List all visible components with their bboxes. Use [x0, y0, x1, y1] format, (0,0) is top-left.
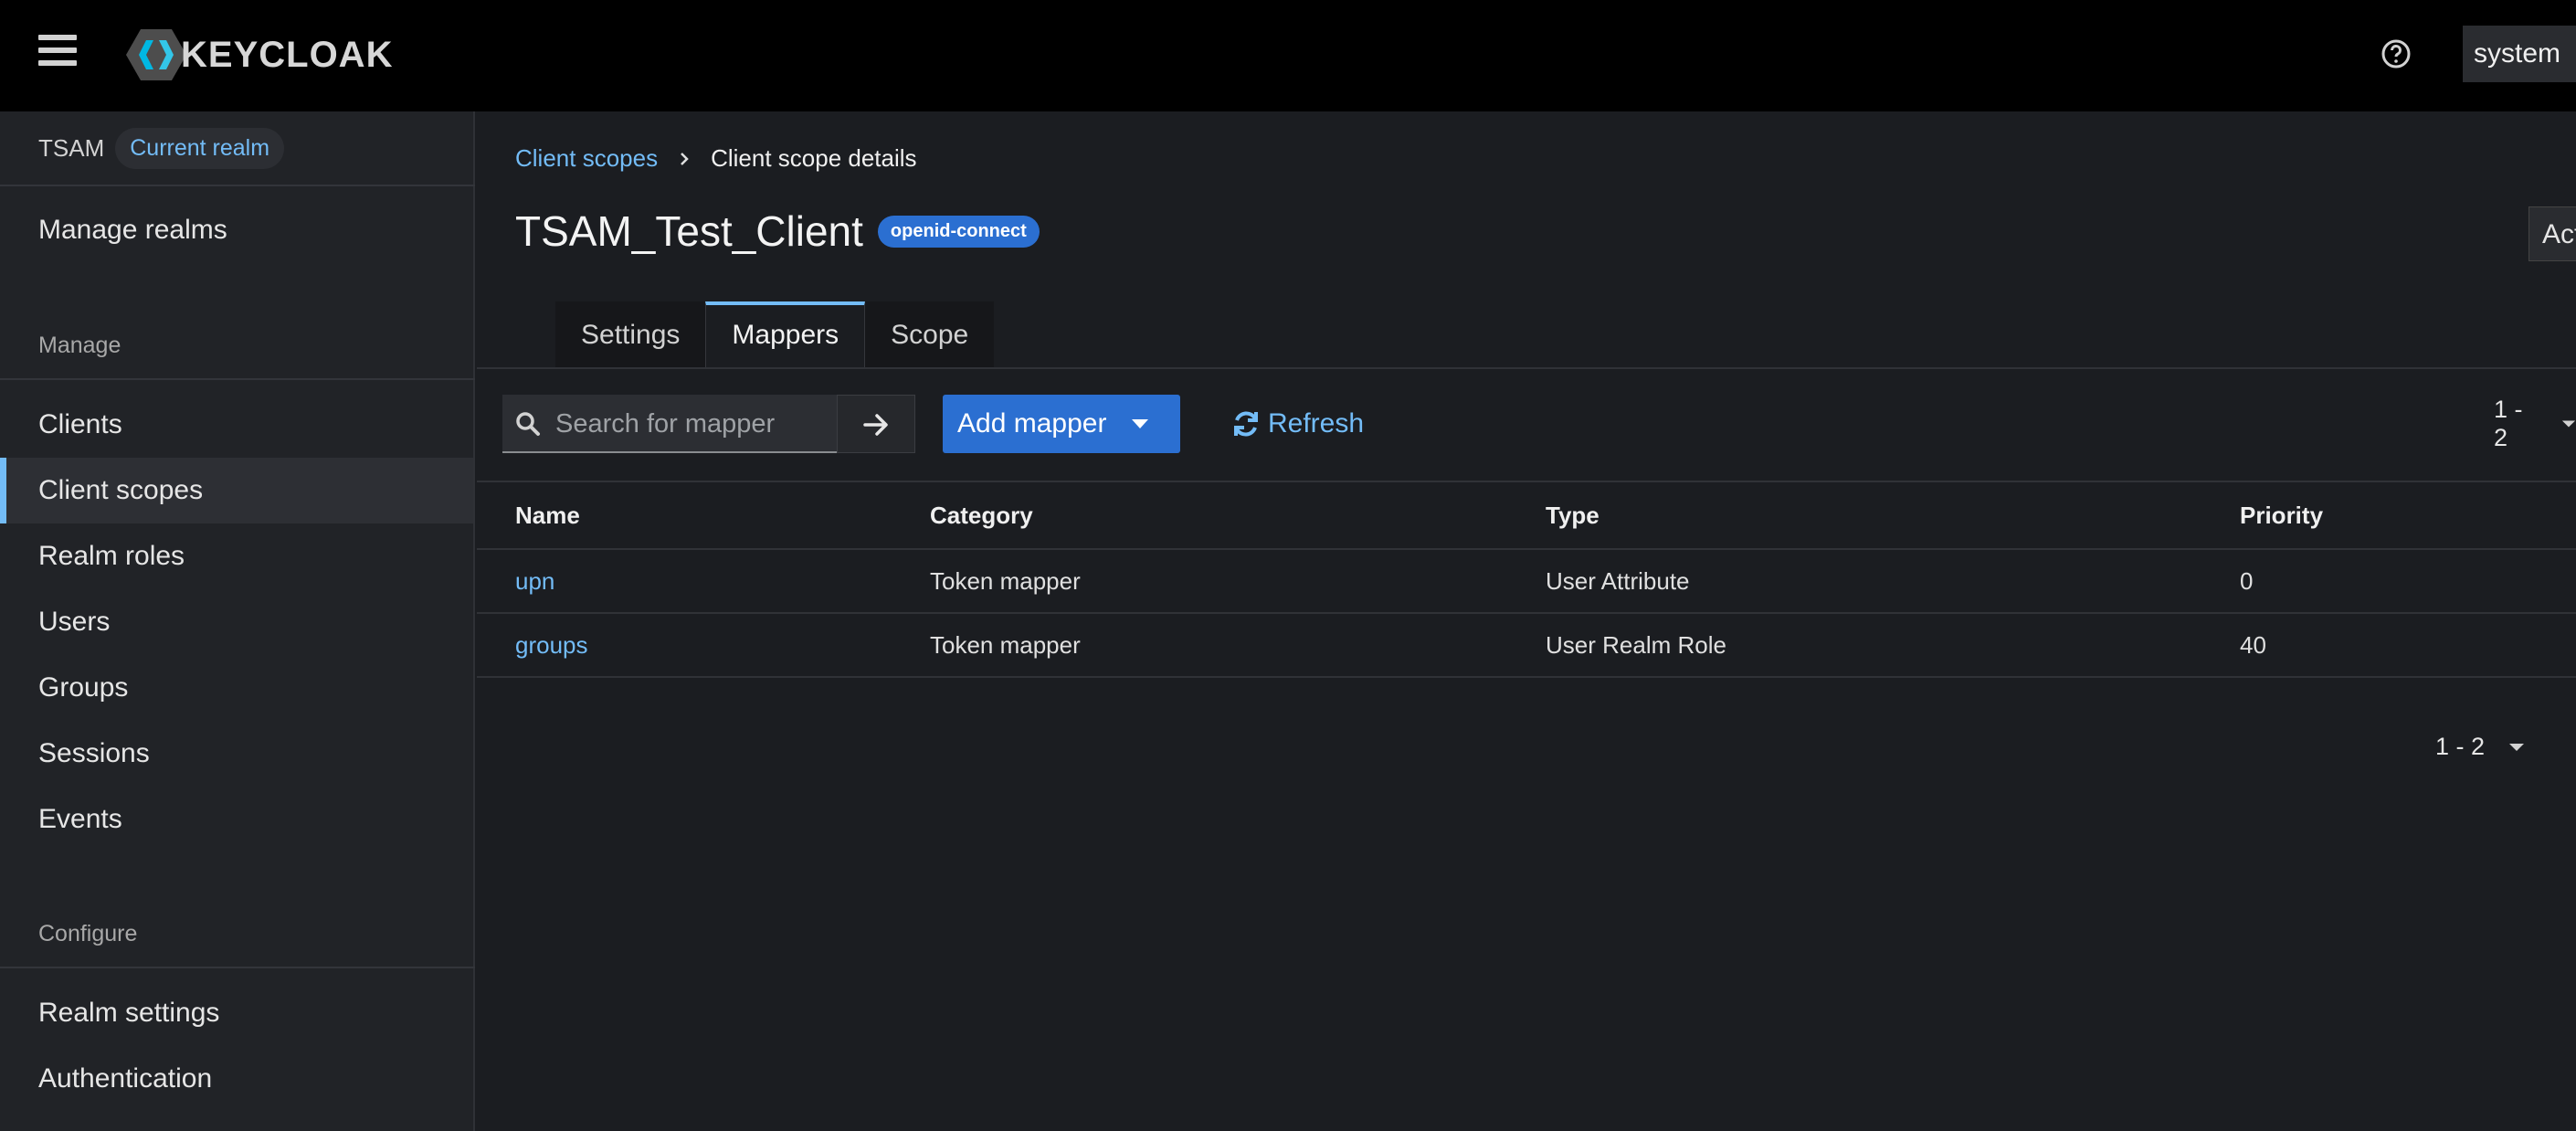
main-content: Client scopes Client scope details TSAM_…: [477, 111, 2576, 1131]
mapper-type: User Attribute: [1546, 567, 1690, 595]
keycloak-logo-mark-icon: [126, 29, 186, 80]
tab-settings[interactable]: Settings: [555, 301, 706, 367]
mapper-name-link[interactable]: groups: [515, 614, 588, 676]
chevron-right-icon: [681, 152, 689, 165]
column-header-priority[interactable]: Priority: [2240, 482, 2323, 544]
refresh-icon: [1234, 411, 1258, 437]
mapper-priority: 40: [2240, 631, 2266, 659]
realm-selector[interactable]: TSAM Current realm: [38, 126, 285, 170]
sidebar-item-groups[interactable]: Groups: [0, 655, 473, 721]
sidebar-item-manage-realms[interactable]: Manage realms: [0, 197, 473, 263]
add-mapper-button[interactable]: Add mapper: [943, 395, 1180, 453]
sidebar-item-client-scopes[interactable]: Client scopes: [0, 458, 473, 523]
caret-down-icon: [2509, 743, 2525, 751]
protocol-badge: openid-connect: [877, 215, 1040, 248]
pagination-range: 1 - 2: [2435, 733, 2486, 760]
brand-name: KEYCLOAK: [181, 34, 394, 75]
mapper-category: Token mapper: [930, 567, 1081, 595]
sidebar-item-users[interactable]: Users: [0, 589, 473, 655]
breadcrumb-current: Client scope details: [711, 144, 917, 172]
title-row: TSAM_Test_Client openid-connect: [515, 206, 1040, 256]
sidebar: TSAM Current realm Manage realms Manage …: [0, 111, 475, 1131]
search-input[interactable]: [554, 395, 831, 453]
table-header-row: Name Category Type Priority: [477, 482, 2576, 550]
sidebar-item-authentication[interactable]: Authentication: [0, 1046, 473, 1112]
section-manage: Manage: [38, 333, 121, 358]
sidebar-item-sessions[interactable]: Sessions: [0, 721, 473, 787]
toolbar: Add mapper Refresh 1 - 2: [502, 395, 2576, 453]
refresh-label: Refresh: [1268, 408, 1365, 439]
sidebar-item-events[interactable]: Events: [0, 787, 473, 852]
sidebar-item-clients[interactable]: Clients: [0, 392, 473, 458]
current-realm-badge: Current realm: [115, 127, 285, 169]
mapper-category: Token mapper: [930, 631, 1081, 659]
section-configure: Configure: [38, 921, 138, 946]
divider: [0, 378, 475, 380]
hamburger-menu-icon[interactable]: [38, 35, 77, 69]
refresh-button[interactable]: Refresh: [1231, 395, 1364, 453]
pagination-range: 1 - 2: [2494, 396, 2523, 451]
keycloak-logo[interactable]: KEYCLOAK: [126, 27, 393, 82]
search-submit-button[interactable]: [837, 395, 915, 453]
mapper-name-link[interactable]: upn: [515, 550, 554, 612]
column-header-category[interactable]: Category: [930, 482, 1033, 544]
tab-bar: Settings Mappers Scope: [555, 301, 995, 367]
masthead: KEYCLOAK system: [0, 0, 2576, 111]
caret-down-icon: [2561, 420, 2576, 428]
user-menu-toggle[interactable]: system: [2463, 26, 2576, 82]
divider: [0, 967, 475, 968]
column-header-name[interactable]: Name: [515, 482, 580, 544]
realm-name: TSAM: [38, 133, 105, 162]
page-title: TSAM_Test_Client: [515, 207, 863, 255]
mapper-priority: 0: [2240, 567, 2254, 595]
add-mapper-label: Add mapper: [957, 408, 1107, 439]
help-icon[interactable]: [2381, 38, 2412, 69]
divider: [477, 367, 2576, 369]
column-header-type[interactable]: Type: [1546, 482, 1599, 544]
divider: [0, 185, 475, 186]
pagination-toggle-bottom[interactable]: 1 - 2: [2435, 733, 2525, 761]
tab-scope[interactable]: Scope: [865, 301, 995, 367]
table-row: groups Token mapper User Realm Role 40: [477, 614, 2576, 678]
arrow-right-icon: [863, 414, 888, 436]
sidebar-item-realm-roles[interactable]: Realm roles: [0, 523, 473, 589]
action-dropdown-button[interactable]: Action: [2528, 206, 2576, 261]
search-box[interactable]: [502, 395, 837, 453]
breadcrumb-client-scopes[interactable]: Client scopes: [515, 144, 658, 173]
pagination-toggle-top[interactable]: 1 - 2: [2494, 395, 2576, 453]
tab-mappers[interactable]: Mappers: [705, 301, 866, 367]
search-icon: [516, 412, 540, 436]
mappers-table: Name Category Type Priority upn Token ma…: [477, 482, 2576, 678]
table-row: upn Token mapper User Attribute 0: [477, 550, 2576, 614]
mapper-type: User Realm Role: [1546, 631, 1726, 659]
sidebar-item-realm-settings[interactable]: Realm settings: [0, 980, 473, 1046]
caret-down-icon: [1132, 419, 1148, 428]
breadcrumb: Client scopes Client scope details: [515, 144, 917, 173]
